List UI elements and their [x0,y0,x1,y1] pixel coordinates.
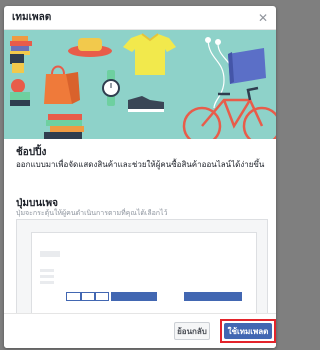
preview-call-to-action-button [184,292,242,301]
template-banner [4,30,276,139]
preview-tab [66,292,81,301]
page-preview-card [31,232,257,320]
section-description-page-button: ปุ่มจะกระตุ้นให้ผู้คนดำเนินการตามที่คุณไ… [16,209,168,217]
book-stack-icon [44,114,84,139]
template-dialog: เทมเพลต ✕ ช้อปปิ้ง ออกแบบมาเพื่อจัดแสดงส… [4,6,276,348]
book-icon [228,48,266,84]
preview-placeholder-line [40,275,54,278]
preview-placeholder-line [40,281,54,284]
preview-tab [81,292,95,301]
use-template-highlight: ใช้เทมเพลต [220,319,276,343]
dialog-footer: ย้อนกลับ ใช้เทมเพลต [4,313,276,348]
preview-placeholder-block [40,251,60,257]
preview-button-bar [111,292,157,301]
page-preview [16,219,268,327]
use-template-button[interactable]: ใช้เทมเพลต [224,323,272,339]
section-description-shopping: ออกแบบมาเพื่อจัดแสดงสินค้าและช่วยให้ผู้ค… [16,160,265,169]
close-icon[interactable]: ✕ [258,12,268,24]
section-title-shopping: ช้อปปิ้ง [16,147,47,158]
preview-tab [95,292,109,301]
back-button[interactable]: ย้อนกลับ [174,322,210,340]
dialog-header: เทมเพลต ✕ [4,6,276,30]
preview-placeholder-line [40,269,54,272]
dialog-title: เทมเพลต [12,12,52,23]
shopping-illustration [4,30,276,139]
